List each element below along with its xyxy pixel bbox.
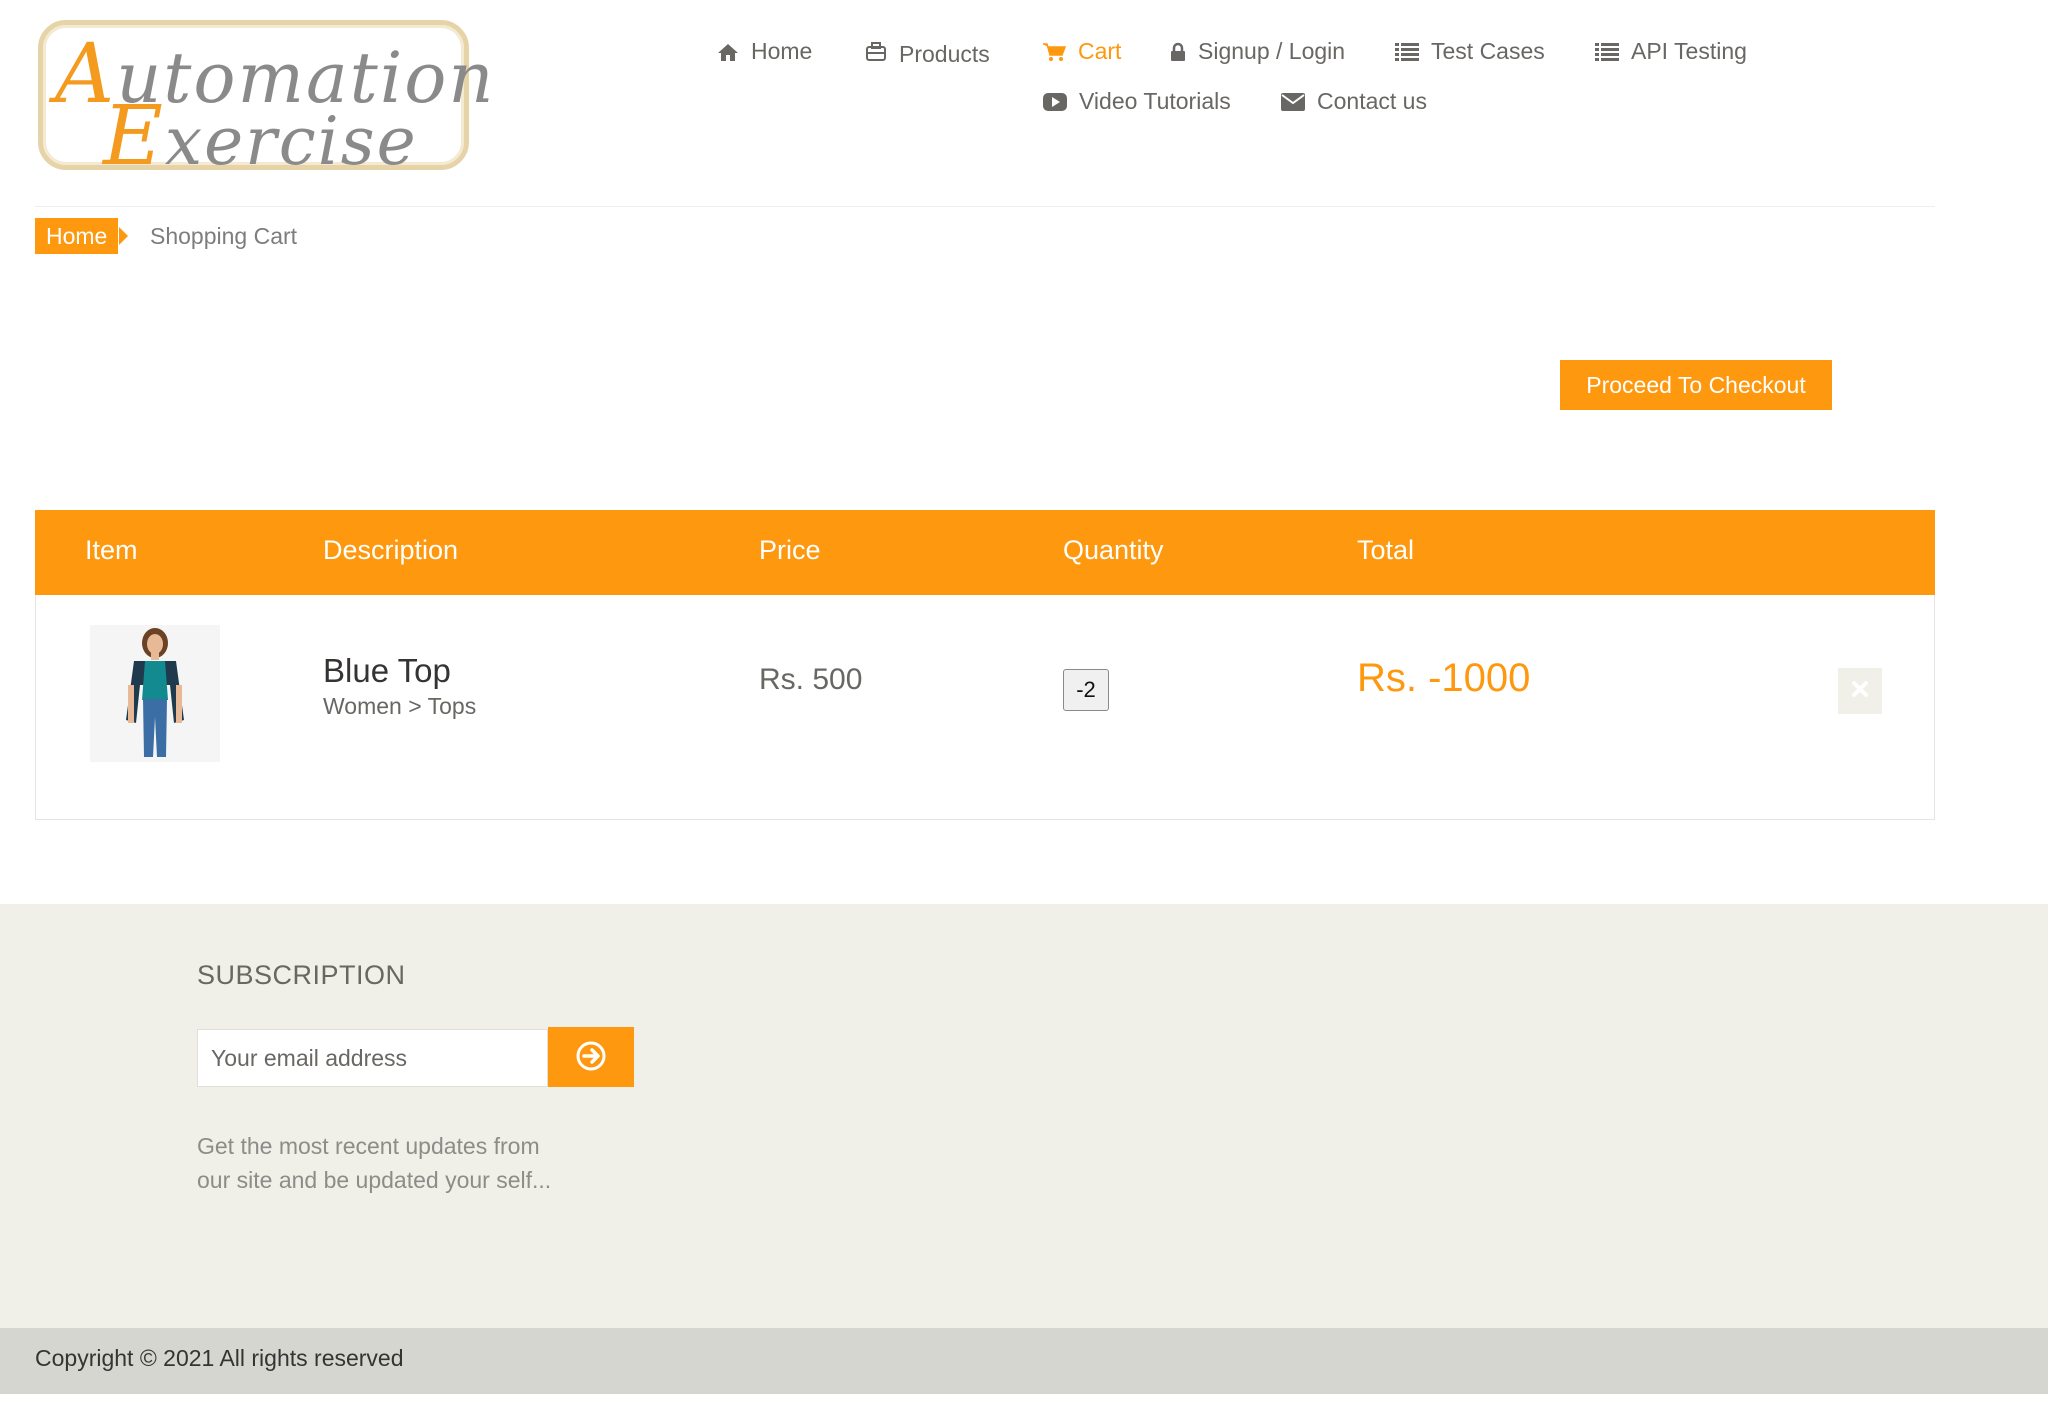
nav-api-testing-label: API Testing (1631, 38, 1747, 64)
nav-products-label: Products (899, 41, 990, 67)
nav-signup-login[interactable]: Signup / Login (1170, 38, 1345, 65)
breadcrumb-current: Shopping Cart (150, 223, 298, 249)
nav-cart-label: Cart (1078, 38, 1122, 64)
briefcase-icon (865, 41, 887, 63)
nav-api-testing[interactable]: API Testing (1595, 38, 1747, 65)
product-total: Rs. -1000 (1357, 656, 1531, 700)
site-logo[interactable]: Automation Exercise (38, 20, 493, 184)
subscription-title: SUBSCRIPTION (197, 960, 406, 990)
breadcrumb-home[interactable]: Home (35, 218, 119, 254)
home-icon (717, 42, 739, 62)
product-woman-blue-top-image (90, 625, 220, 762)
nav-test-cases-label: Test Cases (1431, 38, 1545, 64)
list-icon (1395, 42, 1419, 61)
subscription-description: Get the most recent updates from our sit… (197, 1133, 552, 1193)
product-image[interactable] (90, 625, 220, 762)
delete-item-button[interactable] (1838, 668, 1882, 714)
lock-icon (1170, 42, 1186, 62)
nav-signup-label: Signup / Login (1198, 38, 1346, 64)
subscribe-email-input[interactable] (197, 1029, 548, 1087)
envelope-icon (1281, 92, 1305, 111)
arrow-circle-right-icon (575, 1040, 607, 1075)
product-price: Rs. 500 (759, 663, 863, 696)
logo-line-2: Exercise (103, 89, 418, 184)
nav-video-tutorials[interactable]: Video Tutorials (1043, 88, 1231, 115)
subscribe-button[interactable] (548, 1027, 634, 1087)
breadcrumb-arrow (119, 227, 128, 245)
header-quantity: Quantity (1063, 535, 1164, 565)
shopping-cart-icon (1042, 41, 1066, 63)
close-icon (1850, 679, 1870, 704)
list-icon (1595, 42, 1619, 61)
header-total: Total (1357, 535, 1415, 565)
header-divider (35, 206, 1935, 207)
youtube-play-icon (1043, 92, 1067, 111)
header-description: Description (323, 535, 459, 565)
nav-video-label: Video Tutorials (1079, 88, 1231, 114)
copyright-text: Copyright © 2021 All rights reserved (35, 1345, 404, 1371)
nav-test-cases[interactable]: Test Cases (1395, 38, 1545, 65)
quantity-display: -2 (1063, 669, 1109, 711)
nav-home-label: Home (751, 38, 813, 64)
header-item: Item (85, 535, 138, 565)
nav-cart[interactable]: Cart (1042, 38, 1121, 65)
header-price: Price (759, 535, 821, 565)
nav-home[interactable]: Home (717, 38, 812, 65)
product-category: Women > Tops (323, 693, 477, 719)
proceed-to-checkout-button[interactable]: Proceed To Checkout (1560, 360, 1832, 410)
cart-table-header (35, 510, 1935, 595)
product-name[interactable]: Blue Top (323, 652, 451, 690)
nav-contact-label: Contact us (1317, 88, 1427, 114)
nav-contact-us[interactable]: Contact us (1281, 88, 1427, 115)
nav-products[interactable]: Products (865, 38, 990, 67)
